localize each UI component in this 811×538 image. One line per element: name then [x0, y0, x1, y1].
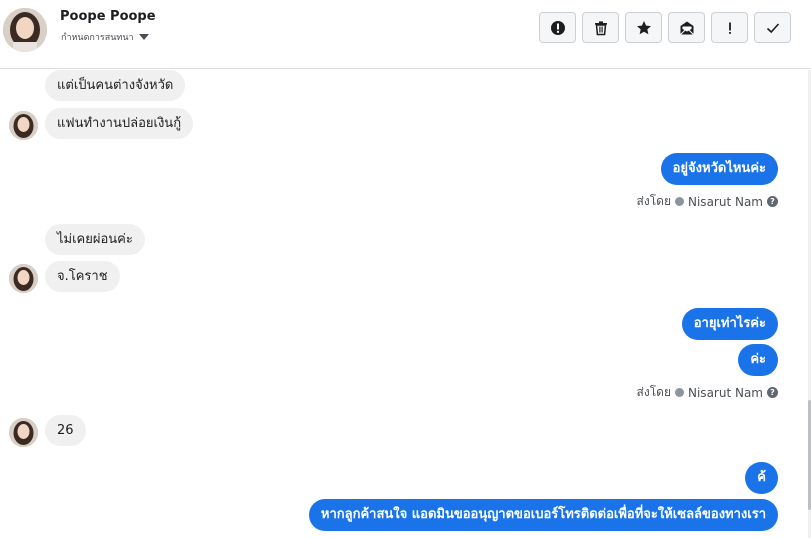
verified-icon — [675, 197, 684, 206]
mark-unread-button[interactable] — [668, 12, 705, 43]
outgoing-message[interactable]: อายุเท่าไรค่ะ — [681, 308, 778, 340]
conversation-status-dropdown[interactable]: กำหนดการสนทนา — [61, 30, 149, 44]
exclamation-icon — [728, 22, 731, 34]
delete-button[interactable] — [582, 12, 619, 43]
outgoing-message[interactable]: อยู่จังหวัดไหนค่ะ — [660, 153, 778, 185]
envelope-open-icon — [679, 21, 694, 35]
contact-avatar-small — [9, 418, 38, 447]
agent-name[interactable]: Nisarut Nam — [688, 386, 763, 400]
conversation-toolbar — [539, 12, 791, 43]
mark-important-button[interactable] — [711, 12, 748, 43]
sent-by-info: ส่งโดย Nisarut Nam ? — [637, 192, 778, 211]
contact-avatar-small — [9, 264, 38, 293]
contact-name[interactable]: Poope Poope — [60, 9, 156, 24]
conversation-header: Poope Poope กำหนดการสนทนา — [0, 0, 811, 69]
star-icon — [636, 20, 651, 34]
incoming-message[interactable]: 26 — [45, 415, 86, 446]
messenger-window: Poope Poope กำหนดการสนทนา แต่เป็นคนต่างจ… — [0, 0, 811, 538]
checkmark-icon — [766, 22, 779, 33]
incoming-message[interactable]: แต่เป็นคนต่างจังหวัด — [45, 70, 186, 101]
incoming-message[interactable]: ไม่เคยผ่อนค่ะ — [45, 224, 145, 255]
sent-by-label: ส่งโดย — [636, 194, 671, 208]
verified-icon — [675, 388, 684, 397]
outgoing-message[interactable]: ค้ — [745, 462, 778, 494]
conversation-status-label: กำหนดการสนทนา — [61, 33, 134, 43]
contact-avatar-small — [9, 111, 38, 140]
trash-icon — [594, 20, 607, 35]
sent-by-info: ส่งโดย Nisarut Nam ? — [637, 383, 778, 402]
sent-by-label: ส่งโดย — [636, 385, 671, 399]
star-button[interactable] — [625, 12, 662, 43]
incoming-message[interactable]: แฟนทำงานปล่อยเงินกู้ — [45, 108, 194, 139]
mark-done-button[interactable] — [754, 12, 791, 43]
caret-down-icon — [138, 34, 149, 40]
incoming-message[interactable]: จ.โคราช — [45, 261, 120, 292]
question-icon[interactable]: ? — [767, 196, 778, 207]
exclamation-circle-icon — [550, 20, 565, 35]
outgoing-message[interactable]: ค่ะ — [738, 344, 778, 376]
agent-name[interactable]: Nisarut Nam — [688, 195, 763, 209]
contact-avatar[interactable] — [3, 8, 47, 52]
outgoing-message[interactable]: หากลูกค้าสนใจ แอดมินขออนุญาตขอเบอร์โทรติ… — [308, 499, 778, 531]
question-icon[interactable]: ? — [767, 387, 778, 398]
mark-spam-button[interactable] — [539, 12, 576, 43]
message-thread: แต่เป็นคนต่างจังหวัด แฟนทำงานปล่อยเงินกู… — [0, 70, 808, 538]
